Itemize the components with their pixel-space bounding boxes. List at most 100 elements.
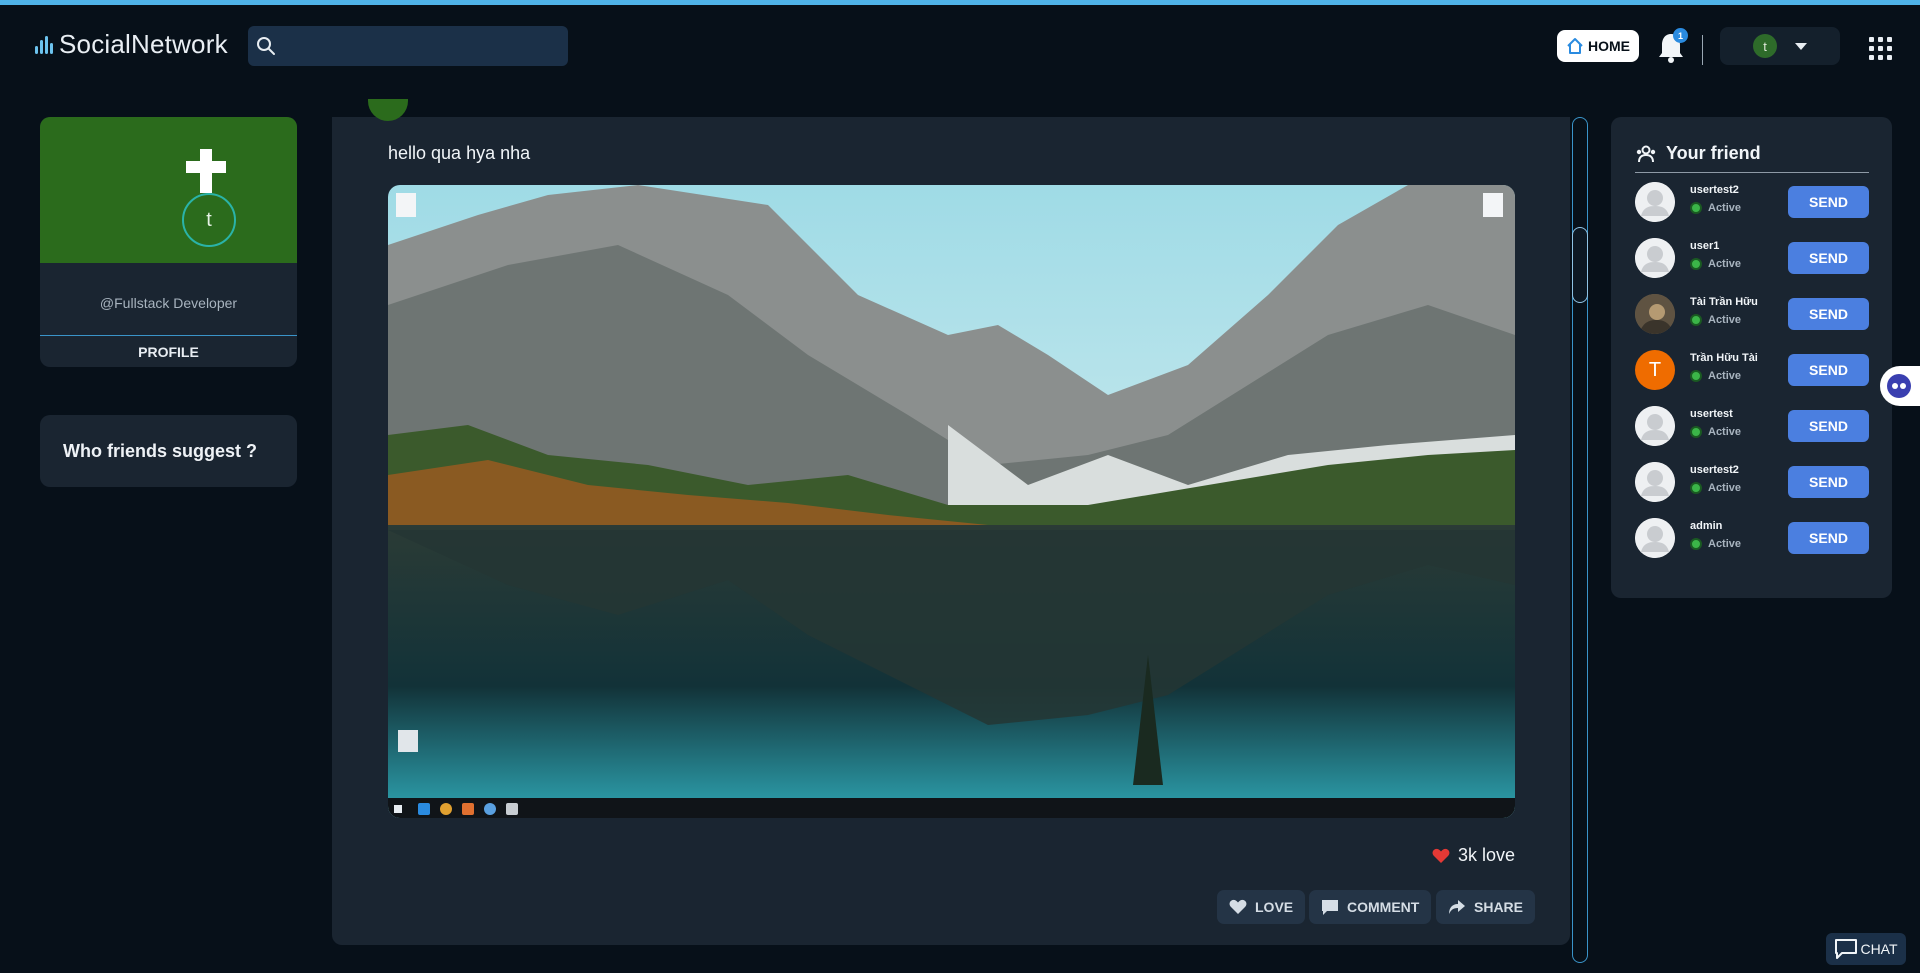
avatar[interactable] [1635,294,1675,334]
friend-name[interactable]: usertest2 [1690,184,1739,196]
friend-name[interactable]: user1 [1690,240,1719,252]
avatar[interactable] [1635,406,1675,446]
share-icon [1449,900,1465,914]
default-avatar-icon [1635,462,1675,502]
friend-status: Active [1690,538,1741,550]
friend-row: usertest2 Active SEND [1635,462,1869,502]
status-text: Active [1708,202,1742,214]
post-likes[interactable]: 3k love [1432,845,1515,866]
online-dot [1690,538,1702,550]
friend-row: usertest Active SEND [1635,406,1869,446]
user-menu-dropdown[interactable]: t [1720,27,1840,65]
friend-name[interactable]: Trần Hữu Tài [1690,352,1758,364]
send-button[interactable]: SEND [1788,186,1869,218]
default-avatar-icon [1635,238,1675,278]
feed-scrollbar-thumb[interactable] [1572,227,1588,303]
friend-name[interactable]: usertest2 [1690,464,1739,476]
send-button[interactable]: SEND [1788,466,1869,498]
comment-icon [1322,900,1338,915]
users-icon [1636,145,1656,162]
status-text: Active [1708,314,1742,326]
brand-logo-icon [35,35,53,54]
friend-name[interactable]: Tài Trần Hữu [1690,296,1758,308]
send-button[interactable]: SEND [1788,298,1869,330]
send-button[interactable]: SEND [1788,410,1869,442]
status-text: Active [1708,482,1742,494]
friends-panel: Your friend usertest2 Active SEND user1 … [1611,117,1892,598]
post-text: hello qua hya nha [388,143,531,163]
notification-badge: 1 [1673,28,1688,43]
friend-status: Active [1690,202,1741,214]
comment-button[interactable]: COMMENT [1309,890,1432,924]
profile-cover: t [40,117,297,263]
friend-suggest-card: Who friends suggest ? [40,415,297,487]
friends-divider [1635,172,1869,173]
online-dot [1690,426,1702,438]
home-button[interactable]: HOME [1557,30,1639,62]
avatar[interactable]: T [1635,350,1675,390]
status-text: Active [1708,538,1742,550]
love-button[interactable]: LOVE [1217,890,1306,924]
apps-grid-icon[interactable] [1869,37,1892,60]
post-image[interactable] [388,185,1515,818]
share-label: SHARE [1474,899,1524,915]
heart-icon [1432,848,1450,863]
friend-row: Tài Trần Hữu Active SEND [1635,294,1869,334]
friend-row: admin Active SEND [1635,518,1869,558]
love-label: LOVE [1255,899,1294,915]
profile-button[interactable]: PROFILE [40,335,297,367]
search-icon [257,37,275,55]
online-dot [1690,258,1702,270]
user-avatar: t [1753,34,1777,58]
avatar[interactable] [1635,182,1675,222]
friends-title: Your friend [1635,143,1761,164]
friend-row: usertest2 Active SEND [1635,182,1869,222]
online-dot [1690,370,1702,382]
status-text: Active [1708,370,1742,382]
cover-cross-graphic-h [186,161,226,173]
desktop-screenshot-image [388,185,1515,818]
status-text: Active [1708,426,1742,438]
online-dot [1690,202,1702,214]
friend-name[interactable]: admin [1690,520,1722,532]
home-icon [1567,38,1583,54]
chat-button[interactable]: CHAT [1826,933,1906,965]
brand-logo[interactable]: SocialNetwork [35,29,228,60]
default-avatar-icon [1635,406,1675,446]
friend-status: Active [1690,370,1741,382]
friend-status: Active [1690,482,1741,494]
default-avatar-icon [1635,182,1675,222]
bot-icon [1887,374,1911,398]
avatar[interactable] [1635,518,1675,558]
post-card: hello qua hya nha 3k love LOVE COMMENT S… [332,99,1570,945]
friend-name[interactable]: usertest [1690,408,1733,420]
friend-status: Active [1690,426,1741,438]
online-dot [1690,314,1702,326]
avatar[interactable] [1635,462,1675,502]
friends-title-label: Your friend [1666,143,1761,163]
send-button[interactable]: SEND [1788,242,1869,274]
avatar[interactable] [1635,238,1675,278]
send-button[interactable]: SEND [1788,354,1869,386]
chevron-down-icon [1795,42,1807,50]
post-author-avatar[interactable] [368,99,408,121]
chat-icon [1835,939,1858,959]
send-button[interactable]: SEND [1788,522,1869,554]
friend-row: T Trần Hữu Tài Active SEND [1635,350,1869,390]
home-label: HOME [1588,38,1630,54]
default-avatar-icon [1635,518,1675,558]
notification-bell[interactable]: 1 [1656,28,1688,65]
search-bar[interactable] [248,26,568,66]
friend-row: user1 Active SEND [1635,238,1869,278]
share-button[interactable]: SHARE [1436,890,1536,924]
status-text: Active [1708,258,1742,270]
friend-status: Active [1690,258,1741,270]
profile-avatar[interactable]: t [182,193,236,247]
search-input[interactable] [284,37,554,55]
friend-suggest-title: Who friends suggest ? [63,440,258,461]
likes-count: 3k love [1458,845,1516,865]
assistant-bot-button[interactable] [1880,366,1920,406]
profile-card: t @Fullstack Developer PROFILE [40,117,297,367]
profile-handle: @Fullstack Developer [99,295,238,311]
photo-avatar-icon [1635,294,1675,334]
